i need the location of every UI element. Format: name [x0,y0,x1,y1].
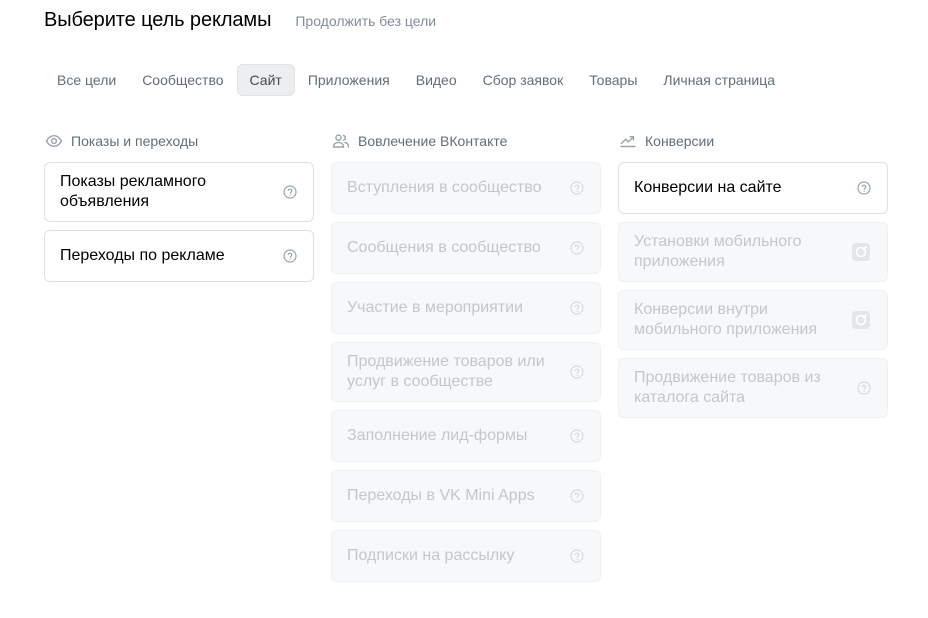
goal-card-label: Продвижение товаров или услуг в сообщест… [347,353,545,390]
tab-community[interactable]: Сообщество [129,64,236,96]
column-header: Вовлечение ВКонтакте [331,132,601,150]
tab-all-goals[interactable]: Все цели [44,64,129,96]
goal-card-site-conversions[interactable]: Конверсии на сайте [618,162,888,214]
app-badge-icon [851,242,871,262]
goal-card-community-products: Продвижение товаров или услуг в сообщест… [331,342,601,402]
column-title: Вовлечение ВКонтакте [358,133,508,149]
question-circle-icon [570,549,584,563]
tab-site[interactable]: Сайт [236,64,295,96]
question-circle-icon [570,365,584,379]
column-vk-engagement: Вовлечение ВКонтакте Вступления в сообще… [331,132,601,590]
goal-card-label: Переходы в VK Mini Apps [347,487,535,504]
eye-icon [45,132,63,150]
goal-card-vk-mini-apps: Переходы в VK Mini Apps [331,470,601,522]
question-circle-icon[interactable] [283,185,297,199]
question-circle-icon [570,181,584,195]
goal-card-label: Показы рекламного объявления [60,173,207,210]
goal-card-community-joins: Вступления в сообщество [331,162,601,214]
question-circle-icon [570,489,584,503]
goal-card-community-messages: Сообщения в сообщество [331,222,601,274]
column-title: Конверсии [645,133,715,149]
goal-card-label: Подписки на рассылку [347,547,515,564]
question-circle-icon [570,241,584,255]
column-header: Показы и переходы [44,132,314,150]
goal-card-label: Установки мобильного приложения [634,233,802,270]
tab-lead-collection[interactable]: Сбор заявок [470,64,577,96]
goal-card-in-app-conversions: Конверсии внутри мобильного приложения [618,290,888,350]
tab-video[interactable]: Видео [403,64,470,96]
goal-category-tabs: Все цели Сообщество Сайт Приложения Виде… [44,64,788,96]
question-circle-icon[interactable] [283,249,297,263]
goal-card-ad-clicks[interactable]: Переходы по рекламе [44,230,314,282]
goal-card-label: Конверсии на сайте [634,179,782,196]
goal-card-label: Участие в мероприятии [347,299,524,316]
page-header: Выберите цель рекламы Продолжить без цел… [44,9,436,33]
column-conversions: Конверсии Конверсии на сайте Установки м… [618,132,888,426]
goal-card-site-catalog-products: Продвижение товаров из каталога сайта [618,358,888,418]
question-circle-icon [857,381,871,395]
question-circle-icon [570,429,584,443]
goal-card-label: Сообщения в сообщество [347,239,541,256]
goal-card-newsletter-subscriptions: Подписки на рассылку [331,530,601,582]
column-header: Конверсии [618,132,888,150]
page-title: Выберите цель рекламы [44,9,272,31]
column-impressions-clicks: Показы и переходы Показы рекламного объя… [44,132,314,290]
goal-card-lead-form: Заполнение лид-формы [331,410,601,462]
goal-card-label: Переходы по рекламе [60,247,225,264]
continue-without-goal-link[interactable]: Продолжить без цели [295,13,436,29]
goal-card-ad-impressions[interactable]: Показы рекламного объявления [44,162,314,222]
tab-personal-page[interactable]: Личная страница [650,64,788,96]
goal-card-label: Заполнение лид-формы [347,427,528,444]
goal-card-label: Конверсии внутри мобильного приложения [634,301,818,338]
trending-up-icon [619,132,637,150]
users-icon [332,132,350,150]
goal-card-app-installs: Установки мобильного приложения [618,222,888,282]
question-circle-icon [570,301,584,315]
tab-products[interactable]: Товары [576,64,650,96]
goal-card-label: Продвижение товаров из каталога сайта [634,369,821,406]
app-badge-icon [851,310,871,330]
goal-card-label: Вступления в сообщество [347,179,542,196]
tab-apps[interactable]: Приложения [295,64,403,96]
goal-card-event-participation: Участие в мероприятии [331,282,601,334]
column-title: Показы и переходы [71,133,199,149]
question-circle-icon[interactable] [857,181,871,195]
